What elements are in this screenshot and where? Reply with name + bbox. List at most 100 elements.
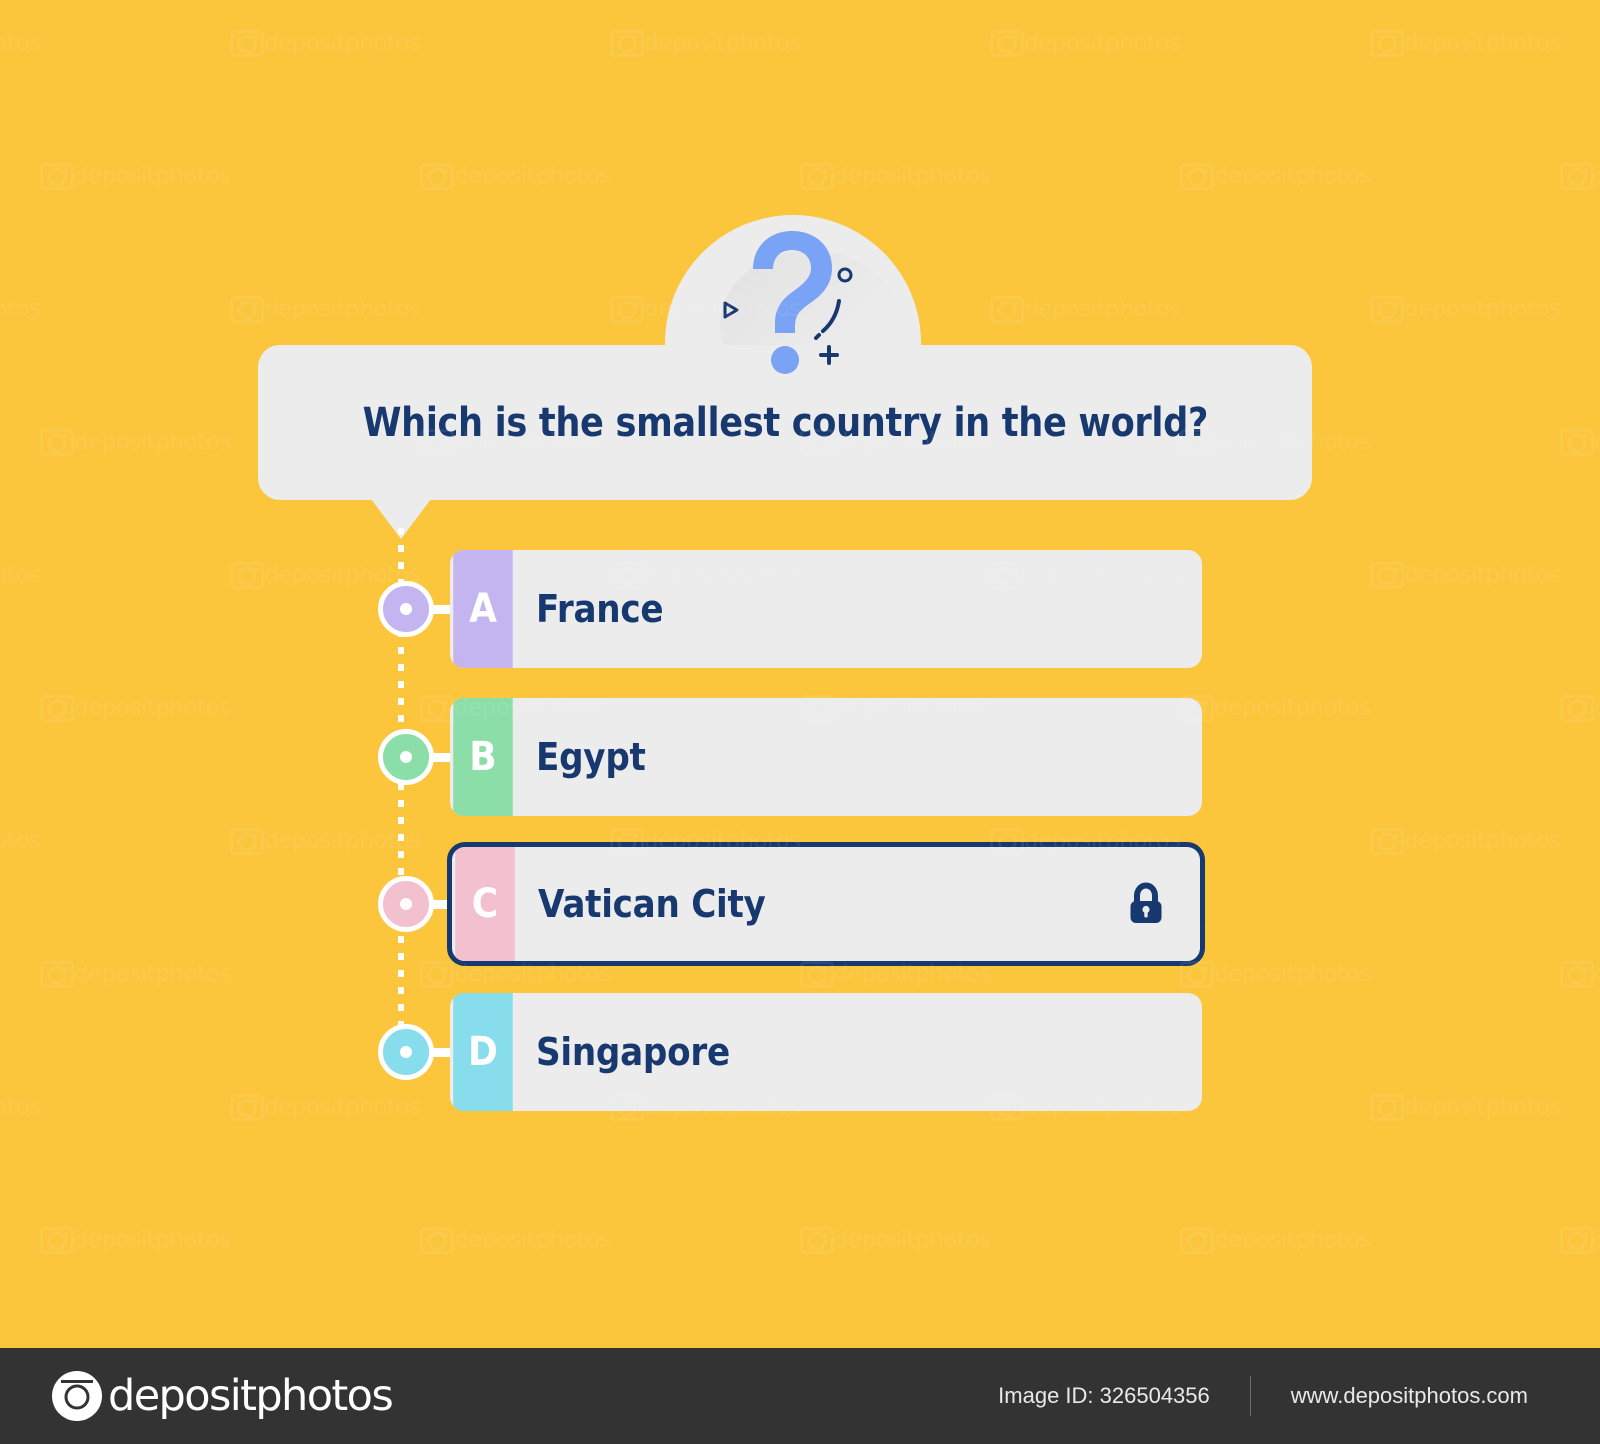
watermark-tile: depositphotos (1370, 296, 1561, 323)
answer-option-d[interactable]: D Singapore (378, 993, 1202, 1111)
option-label: Singapore (536, 1030, 730, 1074)
camera-icon (610, 30, 644, 57)
watermark-tile: depositphotos (1180, 961, 1371, 988)
camera-icon (230, 296, 264, 323)
watermark-text: depositphotos (74, 163, 231, 189)
watermark-diagonal (60, 0, 1600, 1)
camera-icon (420, 1227, 454, 1254)
watermark-text: depositphotos (1594, 429, 1600, 456)
option-marker-d[interactable] (378, 1024, 460, 1080)
watermark-text: depositphotos (1024, 30, 1181, 56)
watermark-text: depositphotos (1594, 695, 1600, 722)
camera-icon (990, 296, 1024, 323)
camera-icon (1560, 163, 1594, 190)
camera-icon (1180, 1227, 1214, 1254)
question-text: Which is the smallest country in the wor… (362, 399, 1208, 446)
watermark-tile: depositphotos (1370, 1094, 1561, 1121)
watermark-diagonal (1209, 0, 1600, 1343)
circle-mark-icon (837, 267, 853, 283)
camera-icon (1370, 1094, 1404, 1121)
watermark-tile: depositphotos (1180, 163, 1371, 190)
watermark-text: depositphotos (644, 30, 801, 56)
watermark-text: depositphotos (834, 1227, 991, 1253)
camera-icon (230, 1094, 264, 1121)
watermark-text: depositphotos (74, 1227, 231, 1253)
option-label: Egypt (536, 735, 646, 779)
option-letter-badge: D (453, 993, 513, 1111)
website-text: www.depositphotos.com (1290, 1383, 1528, 1408)
camera-icon (40, 1227, 74, 1254)
answer-option-c[interactable]: C Vatican City (378, 842, 1205, 966)
image-id-text: Image ID: 326504356 (998, 1383, 1210, 1408)
option-marker-c[interactable] (378, 876, 460, 932)
option-card[interactable]: B Egypt (450, 698, 1202, 816)
watermark-text: depositphotos (1404, 30, 1561, 56)
plus-mark-icon (819, 345, 839, 365)
option-card[interactable]: D Singapore (450, 993, 1202, 1111)
footer-bar: depositphotos Image ID: 326504356 www.de… (0, 1348, 1600, 1444)
camera-icon (52, 1371, 102, 1421)
watermark-tile: depositphotos (40, 163, 231, 190)
watermark-diagonal (1440, 0, 1600, 1)
camera-icon (1370, 296, 1404, 323)
option-label: France (536, 587, 664, 631)
watermark-tile: depositphotos (420, 163, 611, 190)
watermark-text: depositphotos (1594, 1227, 1600, 1254)
option-letter-badge: C (455, 847, 515, 961)
camera-icon (40, 163, 74, 190)
watermark-tile: depositphotos (1560, 429, 1600, 456)
camera-icon (40, 961, 74, 988)
watermark-diagonal (0, 0, 1590, 1)
camera-icon (1370, 828, 1404, 855)
watermark-text: depositphotos (264, 296, 421, 322)
watermark-tile: depositphotos (1560, 1227, 1600, 1254)
watermark-tile: depositphotos (1370, 562, 1561, 589)
watermark-text: depositphotos (1594, 163, 1600, 190)
camera-icon (990, 30, 1024, 57)
option-marker-a[interactable] (378, 581, 460, 637)
watermark-text: depositphotos (1024, 296, 1181, 322)
watermark-text: depositphotos (264, 30, 421, 56)
watermark-tile: depositphotos (990, 30, 1181, 57)
camera-icon (800, 163, 834, 190)
camera-icon (230, 30, 264, 57)
camera-icon (1370, 562, 1404, 589)
footer-logo: depositphotos (52, 1371, 394, 1421)
option-marker-b[interactable] (378, 729, 460, 785)
option-card[interactable]: A France (450, 550, 1202, 668)
watermark-diagonal (520, 0, 1600, 1)
answer-option-a[interactable]: A France (378, 550, 1202, 668)
watermark-text: depositphotos (0, 828, 41, 854)
watermark-text: depositphotos (264, 1094, 421, 1120)
watermark-diagonal (289, 0, 1600, 1343)
watermark-tile: depositphotos (230, 1094, 421, 1121)
option-letter-badge: A (453, 550, 513, 668)
watermark-tile: depositphotos (1180, 695, 1371, 722)
watermark-tile: depositphotos (40, 1227, 231, 1254)
watermark-tile: depositphotos (230, 296, 421, 323)
watermark-tile: depositphotos (0, 296, 41, 323)
camera-icon (420, 163, 454, 190)
watermark-text: depositphotos (0, 1094, 41, 1120)
watermark-tile: depositphotos (1560, 961, 1600, 988)
watermark-text: depositphotos (1404, 296, 1561, 322)
watermark-diagonal (980, 0, 1600, 1)
watermark-diagonal (749, 0, 1600, 1343)
watermark-text: depositphotos (0, 296, 41, 322)
watermark-text: depositphotos (0, 562, 41, 588)
camera-icon (40, 429, 74, 456)
camera-icon (230, 562, 264, 589)
option-card[interactable]: C Vatican City (447, 842, 1205, 966)
watermark-text: depositphotos (1214, 163, 1371, 189)
watermark-tile: depositphotos (420, 1227, 611, 1254)
option-letter-badge: B (453, 698, 513, 816)
watermark-text: depositphotos (454, 163, 611, 189)
watermark-text: depositphotos (1404, 828, 1561, 854)
watermark-text: depositphotos (1214, 961, 1371, 987)
watermark-text: depositphotos (74, 429, 231, 455)
watermark-tile: depositphotos (0, 30, 41, 57)
watermark-text: depositphotos (74, 695, 231, 721)
watermark-tile: depositphotos (610, 30, 801, 57)
answer-option-b[interactable]: B Egypt (378, 698, 1202, 816)
arc-dash-mark-icon (814, 299, 841, 340)
